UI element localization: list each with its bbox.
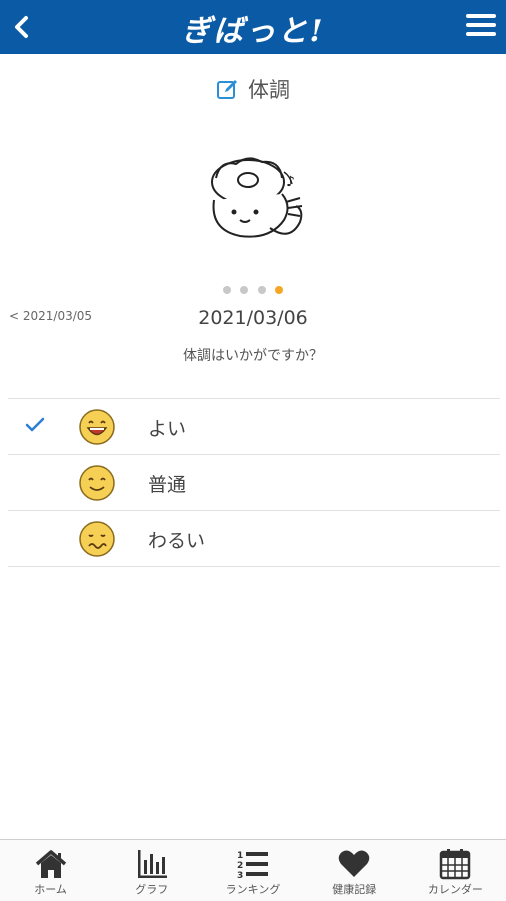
calendar-icon xyxy=(440,849,471,880)
page-dot xyxy=(257,286,266,294)
svg-text:1: 1 xyxy=(237,851,243,861)
page-title: 体調 xyxy=(0,74,506,106)
app-logo: ぎばっと! xyxy=(181,14,325,49)
menu-icon-line xyxy=(466,23,496,27)
heart-icon xyxy=(338,850,370,877)
menu-button[interactable] xyxy=(466,14,496,40)
page-dot xyxy=(240,286,249,294)
tab-calendar-label: カレンダー xyxy=(427,883,483,896)
svg-text:♪: ♪ xyxy=(286,174,295,190)
menu-icon-line xyxy=(466,14,496,18)
tab-home-label: ホーム xyxy=(34,883,67,896)
page-title-text: 体調 xyxy=(248,78,290,102)
edit-icon xyxy=(216,77,240,106)
menu-icon-line xyxy=(466,32,496,36)
svg-text:2: 2 xyxy=(237,861,243,871)
tab-calendar[interactable]: カレンダー xyxy=(405,840,506,901)
tab-graph[interactable]: グラフ xyxy=(101,840,202,901)
current-date: 2021/03/06 xyxy=(198,307,308,329)
checkmark-icon xyxy=(25,417,45,432)
unwell-face-icon xyxy=(79,521,115,557)
option-label: わるい xyxy=(148,530,206,552)
question-text: 体調はいかがですか？ xyxy=(183,348,323,364)
tab-health-label: 健康記録 xyxy=(332,883,377,896)
page-indicator xyxy=(0,279,506,298)
page-dot-active xyxy=(274,286,283,294)
tab-graph-label: グラフ xyxy=(135,883,169,896)
home-icon xyxy=(35,850,66,878)
page-dot xyxy=(223,286,232,294)
tab-ranking-label: ランキング xyxy=(225,883,281,896)
option-label: 普通 xyxy=(148,474,187,496)
svg-text:3: 3 xyxy=(237,871,243,880)
app-header: ぎばっと! xyxy=(0,0,506,54)
smiling-face-icon xyxy=(79,465,115,501)
bottom-tab-bar: ホーム グラフ 1 2 3 ランキング 健康記録 カレンダー xyxy=(0,839,506,901)
tab-ranking[interactable]: 1 2 3 ランキング xyxy=(202,840,303,901)
option-bad[interactable]: わるい xyxy=(8,511,500,567)
tab-home[interactable]: ホーム xyxy=(0,840,101,901)
tab-health-record[interactable]: 健康記録 xyxy=(304,840,405,901)
laughing-face-icon xyxy=(79,409,115,445)
mascot-illustration: ♪ xyxy=(200,150,310,250)
ranking-list-icon: 1 2 3 xyxy=(237,851,268,880)
option-normal[interactable]: 普通 xyxy=(8,455,500,511)
bar-chart-icon xyxy=(137,850,167,878)
option-good[interactable]: よい xyxy=(8,399,500,455)
condition-options: よい 普通 わるい xyxy=(8,398,500,567)
option-label: よい xyxy=(148,418,187,440)
